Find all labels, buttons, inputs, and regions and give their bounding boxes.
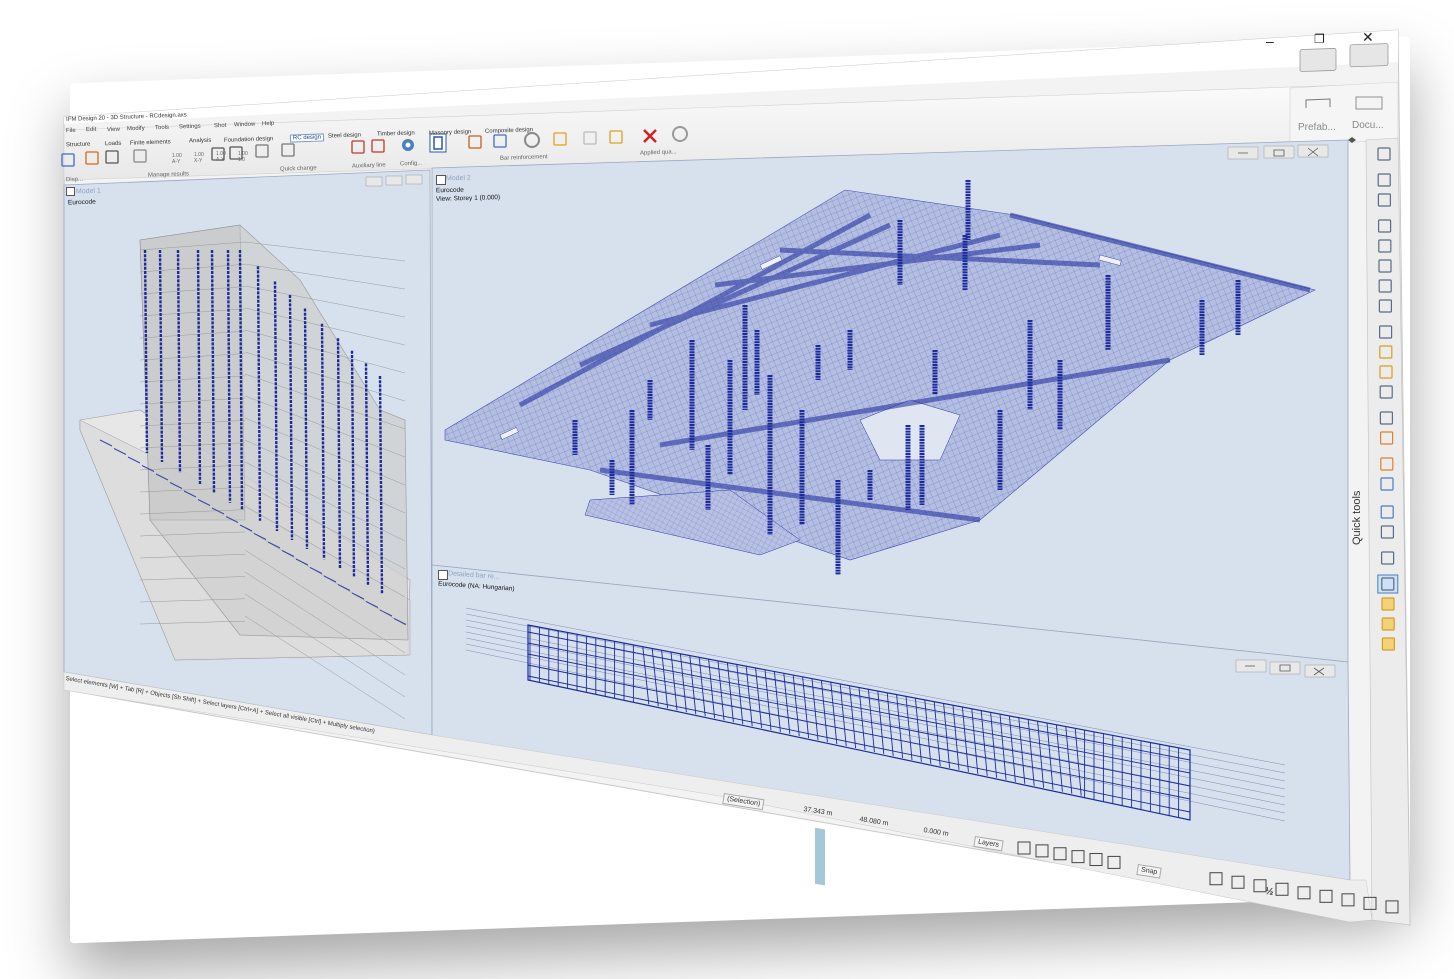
menu-item-help[interactable]: Help bbox=[261, 121, 274, 127]
model-2-view-icon bbox=[436, 175, 446, 185]
menu-item-tools[interactable]: Tools bbox=[155, 125, 169, 131]
detail-view-icon bbox=[438, 570, 448, 580]
close-button[interactable]: ✕ bbox=[1362, 29, 1374, 46]
group-label-auxiliary-line: Auxiliary line bbox=[351, 162, 386, 170]
ribbon-value-3[interactable]: 1.00 1.0 bbox=[238, 151, 252, 163]
docu-label: Docu... bbox=[1352, 120, 1384, 131]
section-icon[interactable] bbox=[1377, 574, 1399, 594]
menu-item-file[interactable]: File bbox=[66, 128, 76, 134]
menu-item-window[interactable]: Window bbox=[234, 122, 256, 129]
model-2-info-code: Eurocode bbox=[435, 186, 464, 195]
right-panel bbox=[1289, 81, 1399, 146]
quick-tools-label: Quick tools bbox=[1351, 490, 1363, 545]
group-label-applied-qua: Applied qua... bbox=[639, 149, 677, 157]
minimize-button[interactable]: – bbox=[1266, 33, 1274, 49]
tab-rc-design[interactable]: RC design bbox=[289, 133, 324, 143]
cube-b-icon[interactable] bbox=[1381, 617, 1395, 631]
half-snap-button[interactable]: ½ bbox=[1264, 886, 1274, 898]
bar-icon[interactable] bbox=[429, 133, 447, 153]
model-1-title: Model 1 bbox=[75, 187, 102, 196]
application-window bbox=[61, 29, 1411, 926]
group-label-quick-change: Quick change bbox=[279, 165, 317, 173]
group-label-display: Disp... bbox=[65, 176, 84, 184]
menu-item-view[interactable]: View bbox=[107, 126, 120, 132]
group-label-config: Config... bbox=[399, 160, 423, 168]
menu-item-edit[interactable]: Edit bbox=[86, 127, 97, 133]
tab-analysis[interactable]: Analysis bbox=[188, 137, 211, 144]
tab-steel-design[interactable]: Steel design bbox=[328, 133, 361, 140]
app-screenshot: – ❐ ✕ IFM Design 20 - 3D Structure - RCd… bbox=[0, 0, 1454, 979]
ribbon-value-2[interactable]: 1.00 A-X bbox=[216, 151, 230, 163]
tab-masonry-design[interactable]: Masonry design bbox=[429, 129, 472, 136]
tab-loads[interactable]: Loads bbox=[104, 140, 121, 147]
tab-finite-elements[interactable]: Finite elements bbox=[130, 139, 171, 146]
model-1-info: Eurocode bbox=[67, 198, 96, 207]
menu-item-modify[interactable]: Modify bbox=[127, 126, 145, 133]
model-2-title: Model 2 bbox=[445, 174, 471, 183]
tab-structure[interactable]: Structure bbox=[66, 142, 91, 149]
viewport-controls-model-2[interactable] bbox=[1227, 144, 1329, 160]
quick-tools-panel bbox=[1365, 137, 1411, 926]
model-1-view-icon bbox=[66, 187, 75, 196]
ribbon-value-1[interactable]: 1.00 X-Y bbox=[194, 152, 208, 164]
tab-foundation-design[interactable]: Foundation design bbox=[224, 136, 274, 144]
prefab-label: Prefab... bbox=[1298, 122, 1336, 133]
gear-icon[interactable] bbox=[402, 139, 414, 151]
cube-a-icon[interactable] bbox=[1381, 597, 1395, 611]
restore-button[interactable]: ❐ bbox=[1314, 32, 1325, 46]
cube-c-icon[interactable] bbox=[1381, 637, 1396, 651]
ribbon-value-0[interactable]: 1.00 A-Y bbox=[172, 153, 186, 165]
menu-item-settings[interactable]: Settings bbox=[179, 124, 201, 131]
menu-item-shot[interactable]: Shot bbox=[213, 123, 226, 129]
